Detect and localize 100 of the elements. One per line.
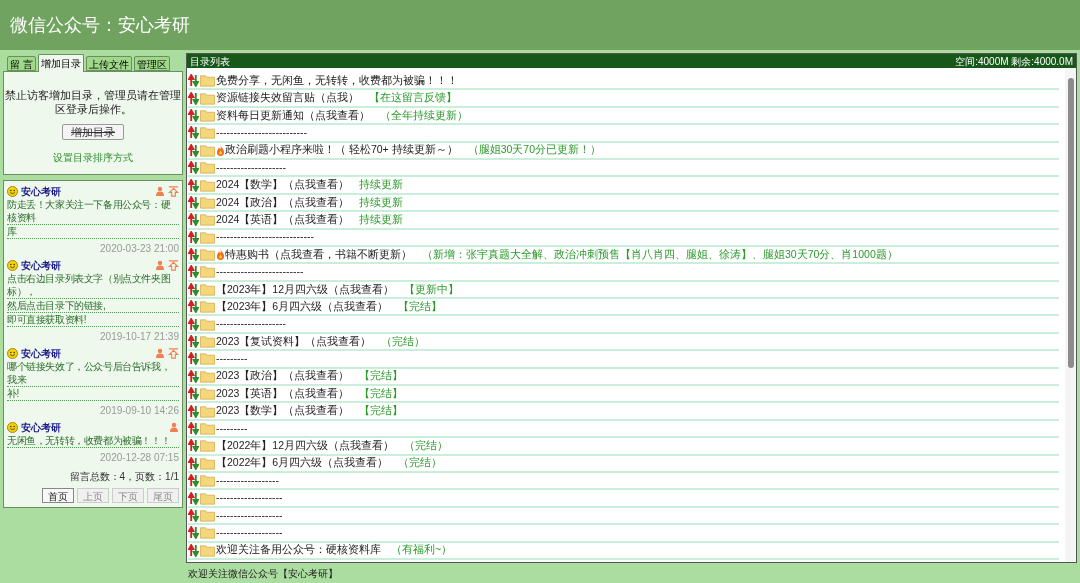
status-note: 【完结】 xyxy=(359,385,404,401)
status-note: 【完结】 xyxy=(359,368,404,384)
directory-link[interactable]: ------------------- xyxy=(216,507,283,524)
sort-arrows-icon[interactable] xyxy=(188,265,199,279)
directory-title: 目录列表 xyxy=(190,54,230,69)
directory-link[interactable]: ------------------ xyxy=(216,472,279,489)
status-note: （腿姐30天70分已更新！） xyxy=(467,142,601,158)
user-icon xyxy=(155,260,165,270)
tab[interactable]: 增加目录 xyxy=(37,54,84,72)
message-text: 防走丢！大家关注一下备用公众号：硬核资料 库 xyxy=(7,198,179,239)
directory-link[interactable]: 免费分享，无闲鱼，无转转，收费都为被骗！！！ xyxy=(216,72,458,89)
directory-link[interactable]: 【2023年】6月四六级（点我查看） xyxy=(216,298,389,315)
sort-arrows-icon[interactable] xyxy=(188,474,199,488)
directory-link[interactable]: 【2023年】12月四六级（点我查看） xyxy=(216,281,395,298)
sort-arrows-icon[interactable] xyxy=(188,161,199,175)
pin-top-icon[interactable] xyxy=(168,259,179,271)
directory-link[interactable]: 2023【数学】（点我查看） xyxy=(216,403,350,419)
directory-link[interactable]: 2024【政治】（点我查看） xyxy=(216,194,350,211)
sort-arrows-icon[interactable] xyxy=(188,491,199,505)
directory-link[interactable]: -------------------------- xyxy=(216,125,307,141)
sort-arrows-icon[interactable] xyxy=(188,422,199,435)
site-title: 微信公众号：安心考研 xyxy=(10,13,190,37)
directory-link[interactable]: ------------------------- xyxy=(216,264,304,280)
sort-arrows-icon[interactable] xyxy=(188,369,199,383)
directory-link[interactable]: 2023【政治】（点我查看） xyxy=(216,368,350,385)
sort-arrows-icon[interactable] xyxy=(188,508,199,522)
directory-link[interactable]: 【2022年】12月四六级（点我查看） xyxy=(216,438,395,454)
author-name: 安心考研 xyxy=(21,420,62,435)
author-name: 安心考研 xyxy=(21,258,62,273)
sort-arrows-icon[interactable] xyxy=(188,543,199,557)
notice-text: 禁止访客增加目录，管理员请在管理区登录后操作。 xyxy=(4,88,182,116)
directory-link[interactable]: 2024【英语】（点我查看） xyxy=(216,211,350,228)
sort-arrows-icon[interactable] xyxy=(188,282,199,296)
sort-arrows-icon[interactable] xyxy=(188,526,199,540)
sort-arrows-icon[interactable] xyxy=(188,195,199,209)
message-text: 无闲鱼，无转转，收费都为被骗！！！ xyxy=(7,434,179,448)
footer-text: 欢迎关注微信公众号【安心考研】 xyxy=(188,566,338,581)
storage-quota: 空间:4000M 剩余:4000.0M xyxy=(955,54,1073,69)
smiley-icon xyxy=(7,421,18,433)
directory-link[interactable]: 资料每日更新通知（点我查看） xyxy=(216,107,370,124)
tab[interactable]: 管理区 xyxy=(133,56,170,71)
status-note: 【完结】 xyxy=(359,403,404,419)
tab[interactable]: 上传文件 xyxy=(85,56,132,71)
message-date: 2020-03-23 21:00 xyxy=(100,242,179,256)
sort-arrows-icon[interactable] xyxy=(188,248,199,262)
sort-arrows-icon[interactable] xyxy=(188,387,199,401)
message-text: 点击右边目录列表文字（别点文件夹图标）， 然后点击目录下的链接, 即可直接获取资料! xyxy=(7,272,179,327)
sort-arrows-icon[interactable] xyxy=(188,456,199,470)
sort-settings-link[interactable]: 设置目录排序方式 xyxy=(53,150,133,165)
sort-arrows-icon[interactable] xyxy=(188,126,199,140)
smiley-icon xyxy=(7,185,18,197)
user-icon xyxy=(169,422,179,432)
sort-arrows-icon[interactable] xyxy=(188,352,199,366)
sort-arrows-icon[interactable] xyxy=(188,317,199,331)
status-note: （完结） xyxy=(381,333,426,349)
sort-arrows-icon[interactable] xyxy=(188,439,199,453)
directory-link[interactable]: 2023【英语】（点我查看） xyxy=(216,385,350,402)
directory-link[interactable]: 政治刷题小程序来啦！（ 轻松70+ 持续更新～） xyxy=(225,142,458,159)
pin-top-icon[interactable] xyxy=(168,347,179,359)
sort-arrows-icon[interactable] xyxy=(188,404,199,418)
scrollbar[interactable] xyxy=(1065,68,1076,562)
status-note: （有福利~） xyxy=(391,542,453,558)
directory-link[interactable]: --------- xyxy=(216,420,248,437)
directory-link[interactable]: 2024【数学】（点我查看） xyxy=(216,177,350,193)
sort-arrows-icon[interactable] xyxy=(188,91,199,105)
status-note: 持续更新 xyxy=(359,211,404,227)
smiley-icon xyxy=(7,347,18,359)
status-note: （全年持续更新） xyxy=(380,107,468,123)
status-note: 持续更新 xyxy=(359,194,404,210)
author-name: 安心考研 xyxy=(21,184,62,199)
status-note: （完结） xyxy=(404,438,449,454)
sort-arrows-icon[interactable] xyxy=(188,178,199,192)
pager-button[interactable]: 首页 xyxy=(42,488,74,503)
directory-link[interactable]: ------------------- xyxy=(216,525,283,541)
message-text: 哪个链接失效了，公众号后台告诉我，我来 补! xyxy=(7,360,179,401)
sort-arrows-icon[interactable] xyxy=(188,108,199,122)
status-note: （完结） xyxy=(398,455,443,471)
directory-link[interactable]: --------- xyxy=(216,351,248,367)
directory-link[interactable]: 特惠购书（点我查看，书籍不断更新） xyxy=(225,246,412,263)
sort-arrows-icon[interactable] xyxy=(188,74,199,88)
sort-arrows-icon[interactable] xyxy=(188,335,199,349)
directory-link[interactable]: ---------------------------- xyxy=(216,229,314,246)
status-note: 【在这留言反馈】 xyxy=(369,90,457,106)
smiley-icon xyxy=(7,259,18,271)
user-icon xyxy=(155,348,165,358)
directory-link[interactable]: 资源链接失效留言贴（点我） xyxy=(216,90,359,106)
sort-arrows-icon[interactable] xyxy=(188,230,199,244)
directory-link[interactable]: 【2022年】6月四六级（点我查看） xyxy=(216,455,389,472)
directory-link[interactable]: -------------------- xyxy=(216,316,286,333)
pin-top-icon[interactable] xyxy=(168,185,179,197)
directory-link[interactable]: ------------------- xyxy=(216,490,283,506)
directory-link[interactable]: -------------------- xyxy=(216,159,286,176)
directory-link[interactable]: 2023【复试资料】（点我查看） xyxy=(216,333,372,350)
directory-link[interactable]: 欢迎关注备用公众号：硬核资料库 xyxy=(216,542,381,559)
sort-arrows-icon[interactable] xyxy=(188,213,199,227)
sort-arrows-icon[interactable] xyxy=(188,143,199,157)
message-date: 2020-12-28 07:15 xyxy=(100,451,179,465)
sort-arrows-icon[interactable] xyxy=(188,300,199,314)
tab[interactable]: 留 言 xyxy=(7,56,36,71)
status-note: 【完结】 xyxy=(398,298,443,314)
